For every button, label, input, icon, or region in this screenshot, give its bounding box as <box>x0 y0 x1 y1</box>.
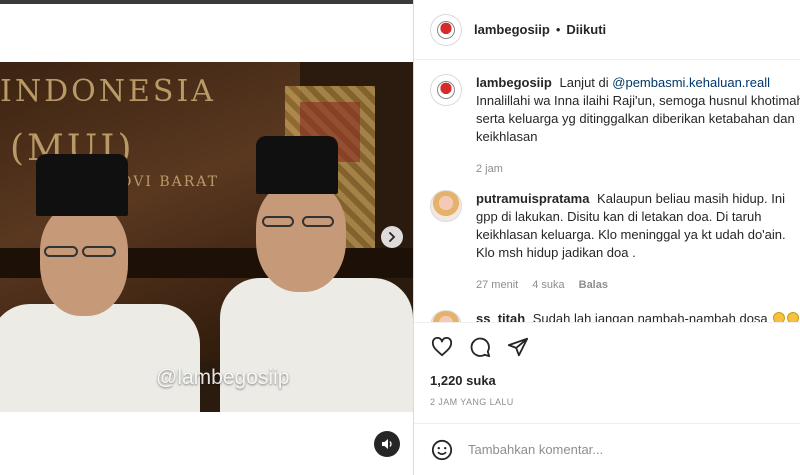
comment-time[interactable]: 27 menit <box>476 276 518 294</box>
person-left-shirt <box>0 304 200 412</box>
speaker-icon <box>382 439 392 449</box>
comments-list[interactable]: lambegosiip Lanjut di @pembasmi.kehaluan… <box>414 60 800 322</box>
smiley-icon <box>431 439 453 460</box>
person-right-face <box>256 182 346 292</box>
person-right-glasses-2 <box>302 216 334 227</box>
commenter-avatar[interactable] <box>430 310 462 322</box>
person-right-glasses <box>262 216 294 227</box>
commenter-avatar[interactable] <box>430 190 462 222</box>
video-wall-text-1: INDONESIA <box>0 74 216 109</box>
emoji-picker-button[interactable] <box>430 438 454 462</box>
sound-toggle-button[interactable] <box>374 431 400 457</box>
like-button[interactable] <box>430 335 454 359</box>
comment-time[interactable]: 2 jam <box>476 160 503 178</box>
comment-body: ss_titah Sudah lah jangan nambah-nambah … <box>476 310 800 322</box>
top-strip <box>0 0 413 4</box>
comment-like-count[interactable]: 4 suka <box>532 276 564 294</box>
comment-text: Sudah lah jangan nambah-nambah dosa <box>532 311 768 322</box>
action-icons <box>430 335 530 359</box>
comment-input[interactable] <box>468 442 768 457</box>
comment-meta: 27 menit 4 suka Balas <box>476 276 800 294</box>
comment-text: Innalillahi wa Inna ilaihi Raji'un, semo… <box>476 93 800 144</box>
video-watermark: @lambegosiip <box>156 366 290 389</box>
comment-body: putramuispratama Kalaupun beliau masih h… <box>476 190 800 294</box>
person-right-shirt <box>220 278 413 412</box>
comment-button[interactable] <box>468 335 492 359</box>
author-avatar-caption[interactable] <box>430 74 462 106</box>
following-button[interactable]: Diikuti <box>566 22 606 37</box>
brand-logo-icon <box>437 20 455 39</box>
emoji-icon <box>787 312 800 322</box>
post-actions: 1,220 suka 2 JAM YANG LALU <box>414 322 800 475</box>
comment-username[interactable]: putramuispratama <box>476 191 589 206</box>
post-timestamp[interactable]: 2 JAM YANG LALU <box>430 397 514 407</box>
post-header: lambegosiip • Diikuti <box>414 0 800 60</box>
person-left-glasses-2 <box>82 246 116 257</box>
caption-comment: lambegosiip Lanjut di @pembasmi.kehaluan… <box>430 74 800 178</box>
chevron-right-icon <box>389 232 396 242</box>
comment-bubble-icon <box>470 337 491 358</box>
comment-meta: 2 jam <box>476 160 800 178</box>
person-left-face <box>40 204 128 316</box>
header-separator: • <box>555 22 561 37</box>
person-left-peci <box>36 154 128 216</box>
heart-icon <box>431 337 453 357</box>
author-username[interactable]: lambegosiip <box>474 22 550 37</box>
list-item: ss_titah Sudah lah jangan nambah-nambah … <box>430 310 800 322</box>
comment-username[interactable]: ss_titah <box>476 311 525 322</box>
share-button[interactable] <box>506 335 530 359</box>
media-area: INDONESIA (MUI) OVI BARAT @lambegosiip <box>0 0 413 475</box>
comment-body: lambegosiip Lanjut di @pembasmi.kehaluan… <box>476 74 800 178</box>
likes-count[interactable]: 1,220 suka <box>430 373 496 388</box>
list-item: putramuispratama Kalaupun beliau masih h… <box>430 190 800 294</box>
add-comment-bar <box>414 423 800 475</box>
paper-plane-icon <box>507 337 529 357</box>
comment-mention-link[interactable]: @pembasmi.kehaluan.reall <box>612 75 770 90</box>
comment-text-prefix: Lanjut di <box>559 75 609 90</box>
next-media-button[interactable] <box>381 226 403 248</box>
emoji-icon <box>773 312 786 322</box>
comment-username[interactable]: lambegosiip <box>476 75 552 90</box>
post-side-panel: lambegosiip • Diikuti lambegosiip Lanjut… <box>413 0 800 475</box>
author-avatar[interactable] <box>430 13 462 46</box>
brand-logo-icon <box>437 81 455 99</box>
person-left-glasses <box>44 246 78 257</box>
post-video[interactable]: INDONESIA (MUI) OVI BARAT @lambegosiip <box>0 62 413 412</box>
person-right-peci <box>256 136 338 194</box>
reply-button[interactable]: Balas <box>579 276 608 294</box>
